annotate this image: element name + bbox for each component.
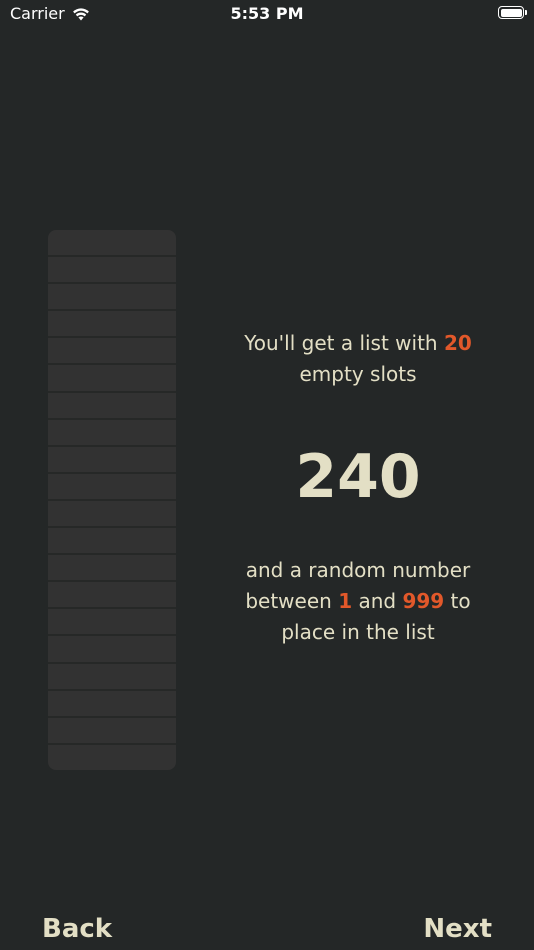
intro-text: You'll get a list with 20 empty slots	[236, 328, 480, 390]
empty-slot	[48, 420, 176, 447]
screen: Carrier 5:53 PM You'll get a list with 2…	[0, 0, 534, 950]
random-number: 240	[295, 442, 421, 512]
status-time: 5:53 PM	[230, 4, 304, 23]
back-button[interactable]: Back	[42, 912, 112, 946]
intro-prefix: You'll get a list with	[244, 331, 444, 355]
empty-slot	[48, 338, 176, 366]
empty-slot	[48, 447, 176, 474]
empty-slot	[48, 691, 176, 718]
empty-slot	[48, 718, 176, 745]
empty-slot	[48, 555, 176, 583]
description-text: and a random number between 1 and 999 to…	[236, 555, 480, 648]
empty-slot	[48, 311, 176, 339]
empty-slot-list	[48, 230, 176, 770]
empty-slot	[48, 230, 176, 258]
status-bar: Carrier 5:53 PM	[0, 0, 534, 28]
battery-icon	[498, 6, 527, 19]
empty-slot	[48, 528, 176, 556]
slot-count-value: 20	[443, 331, 472, 355]
empty-slot	[48, 501, 176, 529]
description-part2: and	[352, 589, 403, 613]
empty-slot	[48, 365, 176, 393]
next-button[interactable]: Next	[423, 912, 492, 946]
empty-slot	[48, 393, 176, 420]
empty-slot	[48, 664, 176, 691]
empty-slot	[48, 582, 176, 610]
intro-suffix: empty slots	[299, 362, 417, 386]
empty-slot	[48, 284, 176, 312]
empty-slot	[48, 474, 176, 501]
battery-fill	[500, 8, 522, 17]
empty-slot	[48, 257, 176, 285]
empty-slot	[48, 636, 176, 664]
empty-slot	[48, 609, 176, 637]
empty-slot	[48, 745, 176, 770]
min-value: 1	[338, 589, 353, 613]
max-value: 999	[402, 589, 445, 613]
